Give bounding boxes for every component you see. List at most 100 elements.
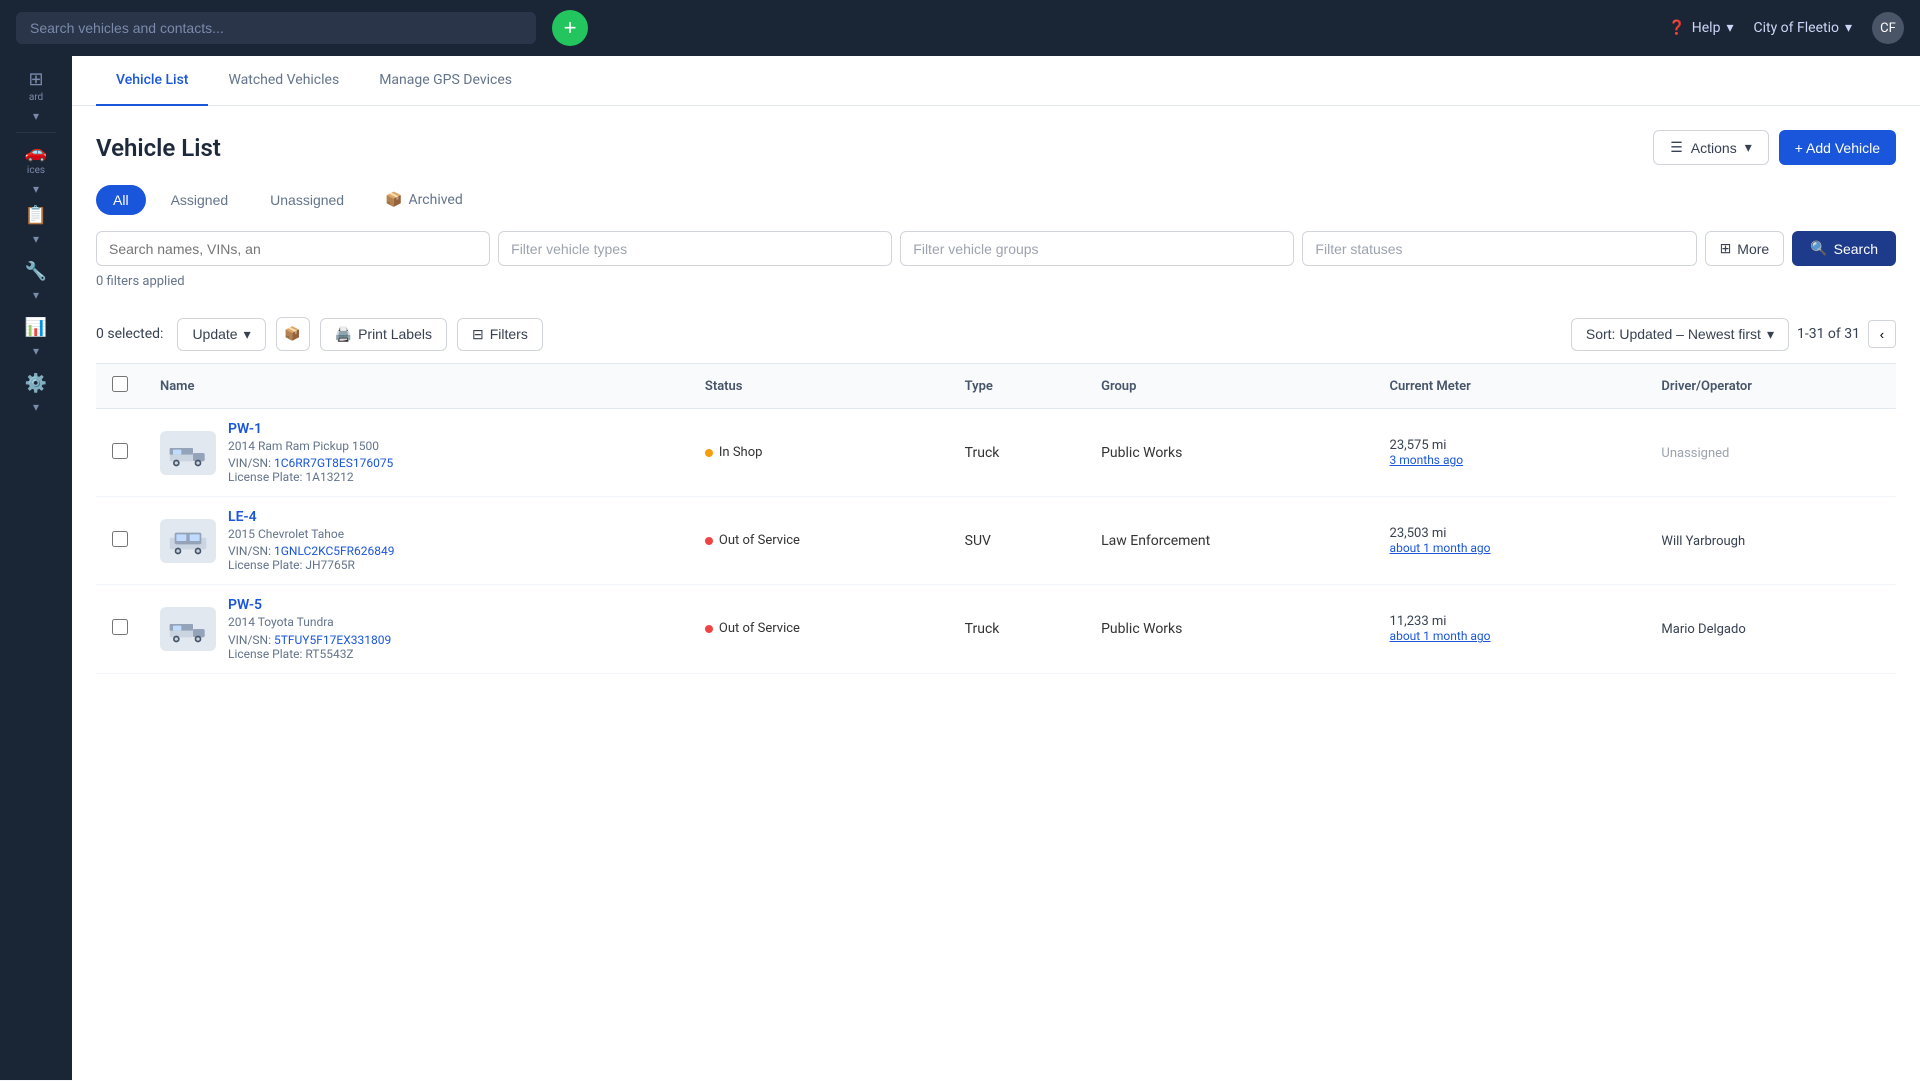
home-icon: ⊞ (28, 69, 43, 90)
vin-value[interactable]: 5TFUY5F17EX331809 (274, 633, 391, 647)
meter-updated[interactable]: about 1 month ago (1390, 629, 1630, 643)
th-driver: Driver/Operator (1645, 364, 1896, 409)
content-area: Vehicle List ☰ Actions ▾ + Add Vehicle A… (72, 106, 1920, 1081)
topbar: + ❓ Help ▾ City of Fleetio ▾ CF (0, 0, 1920, 56)
help-button[interactable]: ❓ Help ▾ (1668, 20, 1733, 36)
actions-button[interactable]: ☰ Actions ▾ (1653, 130, 1769, 165)
status-dot (705, 537, 713, 545)
sidebar-divider (16, 132, 56, 133)
add-vehicle-button[interactable]: + Add Vehicle (1779, 130, 1896, 165)
th-group: Group (1085, 364, 1373, 409)
tab-vehicle-list[interactable]: Vehicle List (96, 56, 208, 106)
vehicle-name[interactable]: PW-5 (228, 597, 391, 613)
vehicle-year-make-model: 2014 Ram Ram Pickup 1500 (228, 437, 393, 456)
sidebar-item-label: ices (27, 165, 45, 176)
add-button[interactable]: + (552, 10, 588, 46)
archive-icon: 📦 (385, 192, 402, 208)
search-bar: ⊞ More 🔍 Search (96, 231, 1896, 266)
driver-name: Will Yarbrough (1661, 534, 1745, 549)
table-controls: 0 selected: Update ▾ 📦 🖨️ Print Labels ⊟… (96, 305, 1896, 364)
tab-watched-vehicles[interactable]: Watched Vehicles (208, 56, 359, 106)
status-filter-input[interactable] (1302, 231, 1696, 266)
name-search-input[interactable] (96, 231, 490, 266)
filter-tab-all[interactable]: All (96, 185, 146, 215)
archive-action-button[interactable]: 📦 (276, 317, 310, 351)
status-dot (705, 625, 713, 633)
topbar-right: ❓ Help ▾ City of Fleetio ▾ CF (1668, 12, 1904, 44)
tab-manage-gps[interactable]: Manage GPS Devices (359, 56, 532, 106)
nav-tabs: Vehicle List Watched Vehicles Manage GPS… (72, 56, 1920, 106)
sidebar-item-dashboard[interactable]: ⊞ ard ▾ (8, 72, 64, 120)
sidebar-item-reports[interactable]: 📋 ▾ (8, 201, 64, 249)
driver-name: Unassigned (1661, 446, 1729, 461)
search-button[interactable]: 🔍 Search (1792, 231, 1896, 266)
vin-value[interactable]: 1GNLC2KC5FR626849 (274, 544, 395, 558)
td-checkbox (96, 585, 144, 673)
help-icon: ❓ (1668, 20, 1685, 36)
meter-value: 11,233 mi (1390, 614, 1630, 629)
table-body: PW-1 2014 Ram Ram Pickup 1500 VIN/SN: 1C… (96, 409, 1896, 674)
archive-icon: 📦 (284, 326, 301, 342)
td-driver: Will Yarbrough (1645, 497, 1896, 585)
td-meter: 11,233 mi about 1 month ago (1374, 585, 1646, 673)
vehicle-table: Name Status Type Group Current Meter Dri… (96, 364, 1896, 674)
org-selector[interactable]: City of Fleetio ▾ (1753, 20, 1852, 36)
group-filter-input[interactable] (900, 231, 1294, 266)
td-meter: 23,575 mi 3 months ago (1374, 409, 1646, 497)
global-search-input[interactable] (16, 12, 536, 44)
vehicle-plate: License Plate: JH7765R (228, 558, 395, 572)
type-label: Truck (965, 621, 1000, 637)
vehicle-thumbnail (160, 519, 216, 563)
update-button[interactable]: Update ▾ (177, 318, 265, 351)
th-meter: Current Meter (1374, 364, 1646, 409)
pagination-prev-button[interactable]: ‹ (1868, 320, 1896, 348)
vehicle-name[interactable]: PW-1 (228, 421, 393, 437)
filters-button[interactable]: ⊟ Filters (457, 318, 543, 351)
td-driver: Unassigned (1645, 409, 1896, 497)
sidebar-item-maintenance[interactable]: 🔧 ▾ (8, 257, 64, 305)
row-checkbox[interactable] (112, 531, 128, 547)
td-type: Truck (949, 409, 1085, 497)
print-labels-button[interactable]: 🖨️ Print Labels (320, 318, 447, 351)
filter-tabs: All Assigned Unassigned 📦 Archived (96, 185, 1896, 215)
more-filters-button[interactable]: ⊞ More (1705, 231, 1785, 266)
filter-tab-assigned[interactable]: Assigned (154, 185, 246, 215)
sidebar-item-analytics[interactable]: 📊 ▾ (8, 313, 64, 361)
table-row: PW-5 2014 Toyota Tundra VIN/SN: 5TFUY5F1… (96, 585, 1896, 673)
gear-icon: ⚙️ (25, 373, 47, 394)
group-label: Public Works (1101, 445, 1182, 461)
row-checkbox[interactable] (112, 443, 128, 459)
td-group: Public Works (1085, 409, 1373, 497)
row-checkbox[interactable] (112, 619, 128, 635)
meter-updated[interactable]: 3 months ago (1390, 453, 1630, 467)
vin-value[interactable]: 1C6RR7GT8ES176075 (274, 456, 393, 470)
select-all-checkbox[interactable] (112, 376, 128, 392)
vehicle-name[interactable]: LE-4 (228, 509, 395, 525)
selected-count: 0 selected: (96, 326, 163, 342)
meter-updated[interactable]: about 1 month ago (1390, 541, 1630, 555)
sidebar-item-settings[interactable]: ⚙️ ▾ (8, 369, 64, 417)
reports-icon: 📋 (25, 205, 47, 226)
header-actions: ☰ Actions ▾ + Add Vehicle (1653, 130, 1896, 165)
td-meter: 23,503 mi about 1 month ago (1374, 497, 1646, 585)
sidebar-item-label: ard (29, 92, 43, 103)
chevron-icon: ▾ (33, 182, 39, 196)
sidebar-item-vehicles[interactable]: 🚗 ices ▾ (8, 145, 64, 193)
chart-icon: 📊 (25, 317, 47, 338)
plus-icon: + (564, 15, 577, 41)
avatar[interactable]: CF (1872, 12, 1904, 44)
vehicle-vin: VIN/SN: 1C6RR7GT8ES176075 (228, 456, 393, 470)
td-driver: Mario Delgado (1645, 585, 1896, 673)
td-status: Out of Service (689, 585, 949, 673)
filter-tab-unassigned[interactable]: Unassigned (253, 185, 361, 215)
type-filter-input[interactable] (498, 231, 892, 266)
wrench-icon: 🔧 (25, 261, 47, 282)
th-name: Name (144, 364, 689, 409)
chevron-down-icon: ▾ (1726, 20, 1733, 36)
filter-tab-archived[interactable]: 📦 Archived (369, 186, 479, 214)
th-select-all (96, 364, 144, 409)
td-checkbox (96, 409, 144, 497)
meter-value: 23,575 mi (1390, 438, 1630, 453)
sort-button[interactable]: Sort: Updated – Newest first ▾ (1571, 318, 1789, 351)
sliders-icon: ⊞ (1720, 240, 1732, 257)
